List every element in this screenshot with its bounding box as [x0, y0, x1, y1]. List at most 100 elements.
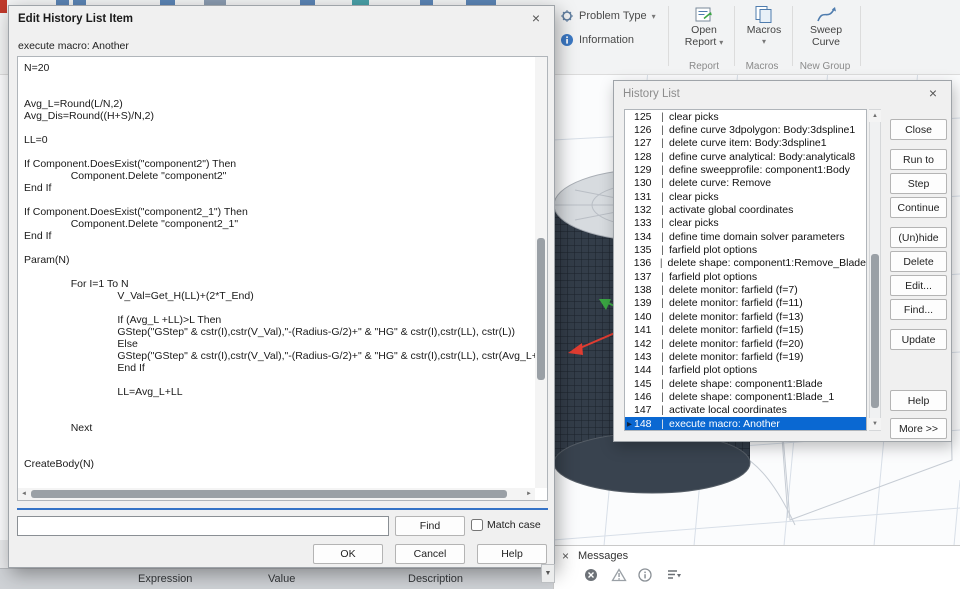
messages-tab[interactable]: Messages [578, 550, 628, 562]
more-button[interactable]: More >> [890, 418, 947, 439]
code-horizontal-scrollbar[interactable]: ◄ ► [18, 488, 535, 500]
problem-type-dropdown[interactable]: Problem Type ▾ [560, 9, 656, 23]
history-list-item[interactable]: 143 | delete monitor: farfield (f=19) [625, 350, 866, 363]
separator: | [661, 297, 664, 310]
history-list[interactable]: 125 | clear picks 126 | define curve 3dpolygo… [624, 109, 867, 431]
history-list-item[interactable]: 125 | clear picks [625, 110, 866, 123]
history-list-item[interactable]: 127 | delete curve item: Body:3dspline1 [625, 137, 866, 150]
history-list-item[interactable]: 129 | define sweepprofile: component1:Body [625, 163, 866, 176]
history-list-item[interactable]: 132 | activate global coordinates [625, 203, 866, 216]
step-button[interactable]: Step [890, 173, 947, 194]
separator: | [661, 404, 664, 417]
macro-code[interactable]: N=20 Avg_L=Round(L/N,2) Avg_Dis=Round((H… [18, 57, 535, 488]
history-item-number: 143 [634, 350, 652, 363]
code-vertical-scrollbar[interactable] [535, 57, 547, 488]
history-list-item[interactable]: 140 | delete monitor: farfield (f=13) [625, 310, 866, 323]
scrollbar-thumb[interactable] [537, 238, 545, 381]
open-report-label-1: Open [691, 24, 717, 36]
history-item-number: 137 [634, 270, 652, 283]
history-item-text: delete monitor: farfield (f=19) [669, 350, 804, 363]
ribbon-separator [792, 6, 793, 66]
help-button[interactable]: Help [890, 390, 947, 411]
history-list-item[interactable]: 141 | delete monitor: farfield (f=15) [625, 324, 866, 337]
scrollbar-thumb[interactable] [871, 254, 879, 408]
history-list-item[interactable]: 133 | clear picks [625, 217, 866, 230]
scroll-left-icon[interactable]: ◄ [18, 488, 30, 500]
history-item-number: 129 [634, 164, 652, 177]
application-window: Problem Type ▾ Information Open Report ▾ [0, 0, 960, 589]
unhide-button[interactable]: (Un)hide [890, 227, 947, 248]
parameter-list-header: Expression Value Description [0, 568, 553, 589]
chevron-down-icon: ▾ [651, 11, 656, 21]
run-to-button[interactable]: Run to [890, 149, 947, 170]
error-filter-icon[interactable] [584, 568, 598, 582]
information-label: Information [579, 34, 635, 46]
update-button[interactable]: Update [890, 329, 947, 350]
macros-button[interactable]: Macros ▾ [738, 3, 790, 63]
history-list-item[interactable]: 147 | activate local coordinates [625, 404, 866, 417]
close-icon[interactable]: × [562, 549, 569, 563]
continue-button[interactable]: Continue [890, 197, 947, 218]
information-button[interactable]: Information [560, 33, 634, 47]
toolbar-icon[interactable] [0, 0, 7, 13]
scrollbar-thumb[interactable] [31, 490, 507, 498]
history-item-number: 126 [634, 124, 652, 137]
find-button[interactable]: Find [395, 516, 465, 536]
history-item-number: 125 [634, 110, 652, 123]
history-list-item[interactable]: 142 | delete monitor: farfield (f=20) [625, 337, 866, 350]
filter-list-icon[interactable] [666, 568, 682, 582]
history-item-number: 132 [634, 204, 652, 217]
match-case-label: Match case [487, 519, 541, 531]
history-list-item[interactable]: 134 | define time domain solver parameters [625, 230, 866, 243]
close-icon[interactable]: × [921, 85, 945, 103]
history-list-item[interactable]: 128 | define curve analytical: Body:analyt… [625, 150, 866, 163]
history-list-item[interactable]: 139 | delete monitor: farfield (f=11) [625, 297, 866, 310]
info-filter-icon[interactable] [638, 568, 652, 582]
dialog-title: History List [623, 88, 680, 100]
history-list-item[interactable]: 135 | farfield plot options [625, 243, 866, 256]
report-icon [695, 7, 712, 22]
history-list-item[interactable]: ▶ 148 | execute macro: Another [625, 416, 866, 430]
history-item-text: define time domain solver parameters [669, 230, 845, 243]
scroll-down-icon[interactable]: ▼ [869, 418, 881, 430]
match-case-checkbox[interactable]: Match case [471, 519, 541, 531]
history-item-text: delete shape: component1:Blade [669, 377, 823, 390]
history-item-number: 136 [633, 257, 652, 270]
find-input[interactable] [17, 516, 389, 536]
open-report-button[interactable]: Open Report ▾ [676, 3, 732, 63]
scroll-down-button[interactable]: ▼ [541, 564, 555, 583]
history-list-item[interactable]: 131 | clear picks [625, 190, 866, 203]
sweep-curve-button[interactable]: Sweep Curve [796, 3, 856, 63]
history-list-item[interactable]: 126 | define curve 3dpolygon: Body:3dsplin… [625, 123, 866, 136]
accent-divider [17, 508, 548, 510]
close-icon[interactable]: × [524, 10, 548, 28]
chevron-down-icon: ▾ [761, 37, 766, 46]
code-editor[interactable]: N=20 Avg_L=Round(L/N,2) Avg_Dis=Round((H… [17, 56, 548, 501]
history-list-item[interactable]: 130 | delete curve: Remove [625, 177, 866, 190]
edit-dialog-titlebar[interactable]: Edit History List Item × [9, 6, 554, 32]
cancel-button[interactable]: Cancel [395, 544, 465, 564]
current-item-arrow-icon: ▶ [627, 420, 632, 428]
history-list-item[interactable]: 136 | delete shape: component1:Remove_Blad… [625, 257, 866, 270]
find-button[interactable]: Find... [890, 299, 947, 320]
history-list-item[interactable]: 138 | delete monitor: farfield (f=7) [625, 283, 866, 296]
ok-button[interactable]: OK [313, 544, 383, 564]
history-list-item[interactable]: 137 | farfield plot options [625, 270, 866, 283]
warning-filter-icon[interactable] [611, 568, 627, 582]
history-list-item[interactable]: 146 | delete shape: component1:Blade_1 [625, 390, 866, 403]
separator: | [661, 204, 664, 217]
close-button[interactable]: Close [890, 119, 947, 140]
edit-button[interactable]: Edit... [890, 275, 947, 296]
help-button[interactable]: Help [477, 544, 547, 564]
scroll-up-icon[interactable]: ▲ [869, 110, 881, 122]
delete-button[interactable]: Delete [890, 251, 947, 272]
history-dialog-titlebar[interactable]: History List × [614, 81, 951, 107]
history-item-text: farfield plot options [669, 364, 758, 377]
match-case-checkbox-input[interactable] [471, 519, 483, 531]
history-list-item[interactable]: 145 | delete shape: component1:Blade [625, 377, 866, 390]
history-list-item[interactable]: 144 | farfield plot options [625, 364, 866, 377]
history-item-number: 145 [634, 377, 652, 390]
scroll-right-icon[interactable]: ► [523, 488, 535, 500]
history-item-text: delete monitor: farfield (f=11) [669, 297, 803, 310]
history-list-scrollbar[interactable]: ▲ ▼ [869, 109, 881, 431]
